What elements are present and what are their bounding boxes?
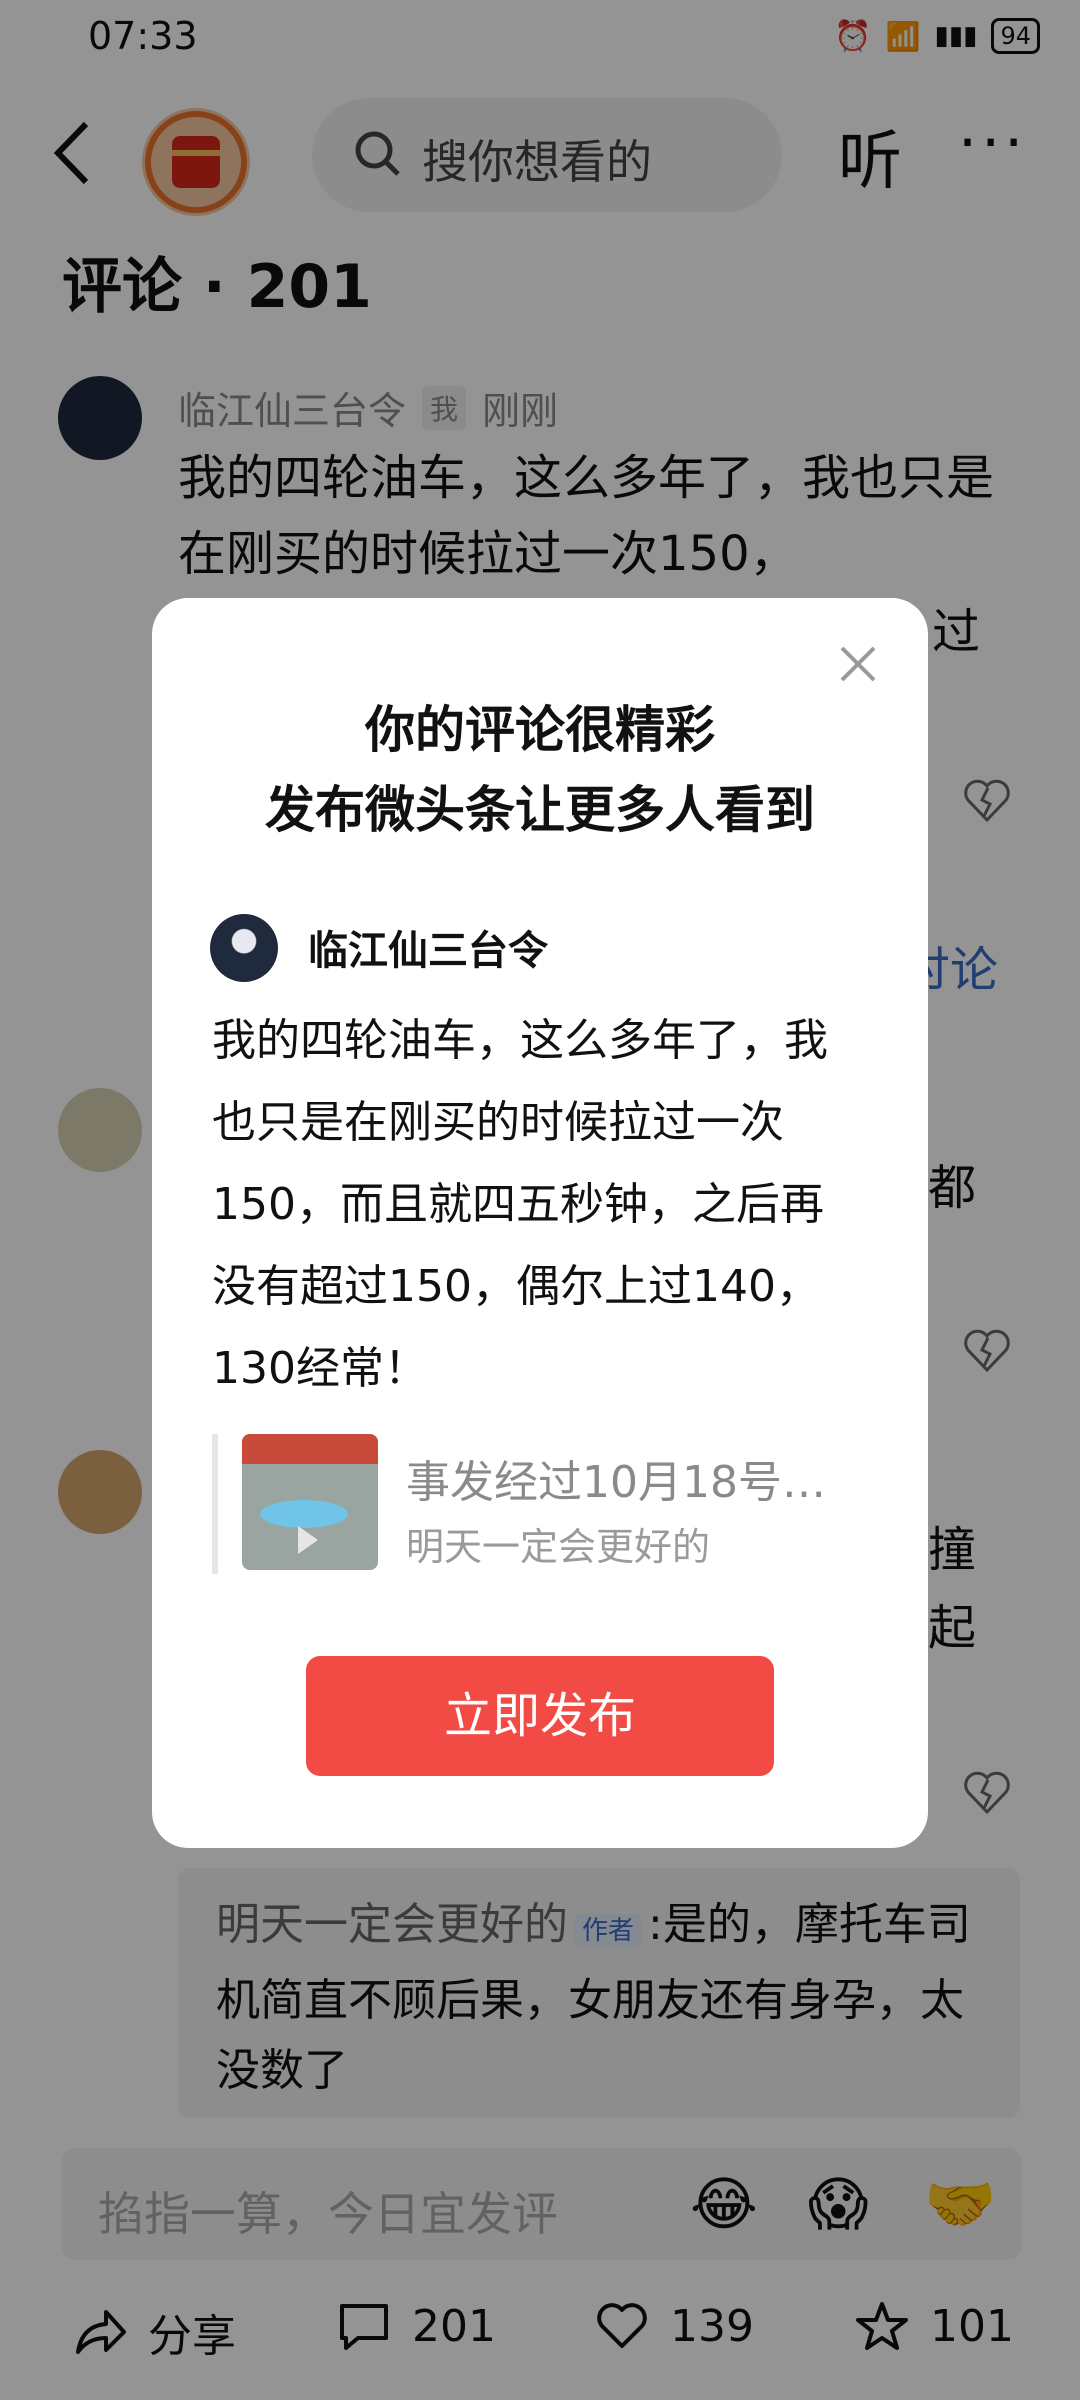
play-icon <box>298 1526 318 1554</box>
publish-now-button[interactable]: 立即发布 <box>306 1656 774 1776</box>
close-icon[interactable] <box>836 642 880 686</box>
modal-title: 你的评论很精彩 发布微头条让更多人看到 <box>152 690 928 850</box>
modal-username: 临江仙三台令 <box>308 928 548 974</box>
article-author: 明天一定会更好的 <box>406 1525 711 1569</box>
modal-title-line2: 发布微头条让更多人看到 <box>265 781 815 839</box>
avatar <box>210 914 278 982</box>
article-thumbnail <box>242 1434 378 1570</box>
modal-comment-text: 我的四轮油车，这么多年了，我也只是在刚买的时候拉过一次150，而且就四五秒钟，之… <box>212 1015 828 1394</box>
quoted-article[interactable]: 事发经过10月18号… 明天一定会更好的 <box>212 1434 868 1574</box>
modal-title-line1: 你的评论很精彩 <box>365 701 715 759</box>
article-title: 事发经过10月18号… <box>406 1457 826 1508</box>
publish-prompt-modal: 你的评论很精彩 发布微头条让更多人看到 临江仙三台令 我的四轮油车，这么多年了，… <box>152 598 928 1848</box>
